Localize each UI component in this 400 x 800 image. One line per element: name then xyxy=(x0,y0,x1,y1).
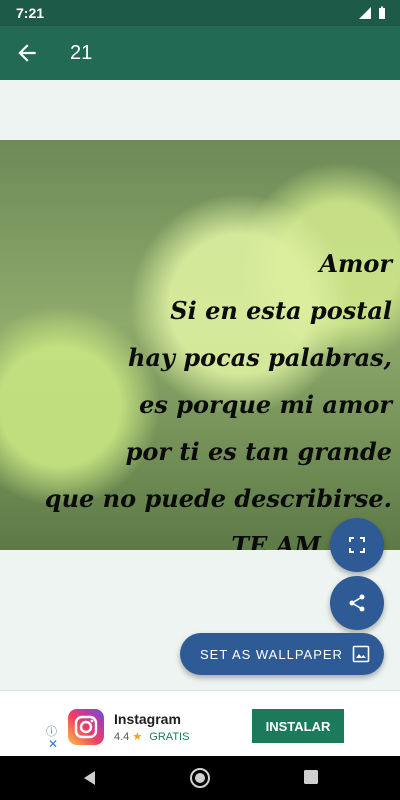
quote-line: que no puede describirse. xyxy=(44,484,392,513)
star-icon: ★ xyxy=(132,731,143,743)
set-wallpaper-label: SET AS WALLPAPER xyxy=(200,646,343,662)
share-button[interactable] xyxy=(330,576,384,630)
share-icon xyxy=(349,594,365,612)
nav-home-icon[interactable] xyxy=(189,767,211,789)
fullscreen-button[interactable] xyxy=(330,518,384,572)
page-title: 21 xyxy=(70,42,93,64)
battery-icon xyxy=(379,6,385,19)
ad-card[interactable]: ⓘ ✕ Instagram 4.4 ★ GRATIS INSTALAR xyxy=(44,705,356,751)
fullscreen-icon xyxy=(349,537,365,553)
ad-app-name: Instagram xyxy=(114,711,181,727)
postcard-text: Amor Si en esta postal hay pocas palabra… xyxy=(2,240,392,550)
wallpaper-icon xyxy=(352,645,370,663)
postcard-image: Amor Si en esta postal hay pocas palabra… xyxy=(0,140,400,550)
instagram-logo-icon xyxy=(68,709,104,745)
status-icons xyxy=(358,6,386,20)
install-button[interactable]: INSTALAR xyxy=(252,709,344,743)
quote-line: por ti es tan grande xyxy=(125,437,392,466)
arrow-back-icon[interactable] xyxy=(14,40,40,66)
app-bar: 21 xyxy=(0,26,400,80)
system-nav-bar xyxy=(0,756,400,800)
nav-recents-icon[interactable] xyxy=(302,768,320,786)
ad-close-icon[interactable]: ✕ xyxy=(48,737,58,751)
status-time: 7:21 xyxy=(16,5,45,21)
set-wallpaper-button[interactable]: SET AS WALLPAPER xyxy=(180,633,384,675)
ad-rating: 4.4 ★ GRATIS xyxy=(114,730,189,743)
ad-rating-value: 4.4 xyxy=(114,731,130,743)
ad-price: GRATIS xyxy=(149,731,190,743)
quote-line: hay pocas palabras, xyxy=(128,343,392,372)
signal-icon xyxy=(359,7,371,19)
quote-line: es porque mi amor xyxy=(139,390,392,419)
status-bar: 7:21 xyxy=(0,0,400,26)
quote-line: Amor xyxy=(319,249,392,278)
main-content: Amor Si en esta postal hay pocas palabra… xyxy=(0,80,400,690)
ad-banner: ⓘ ✕ Instagram 4.4 ★ GRATIS INSTALAR xyxy=(0,690,400,757)
quote-line: Si en esta postal xyxy=(170,296,392,325)
nav-back-icon[interactable] xyxy=(80,768,100,788)
